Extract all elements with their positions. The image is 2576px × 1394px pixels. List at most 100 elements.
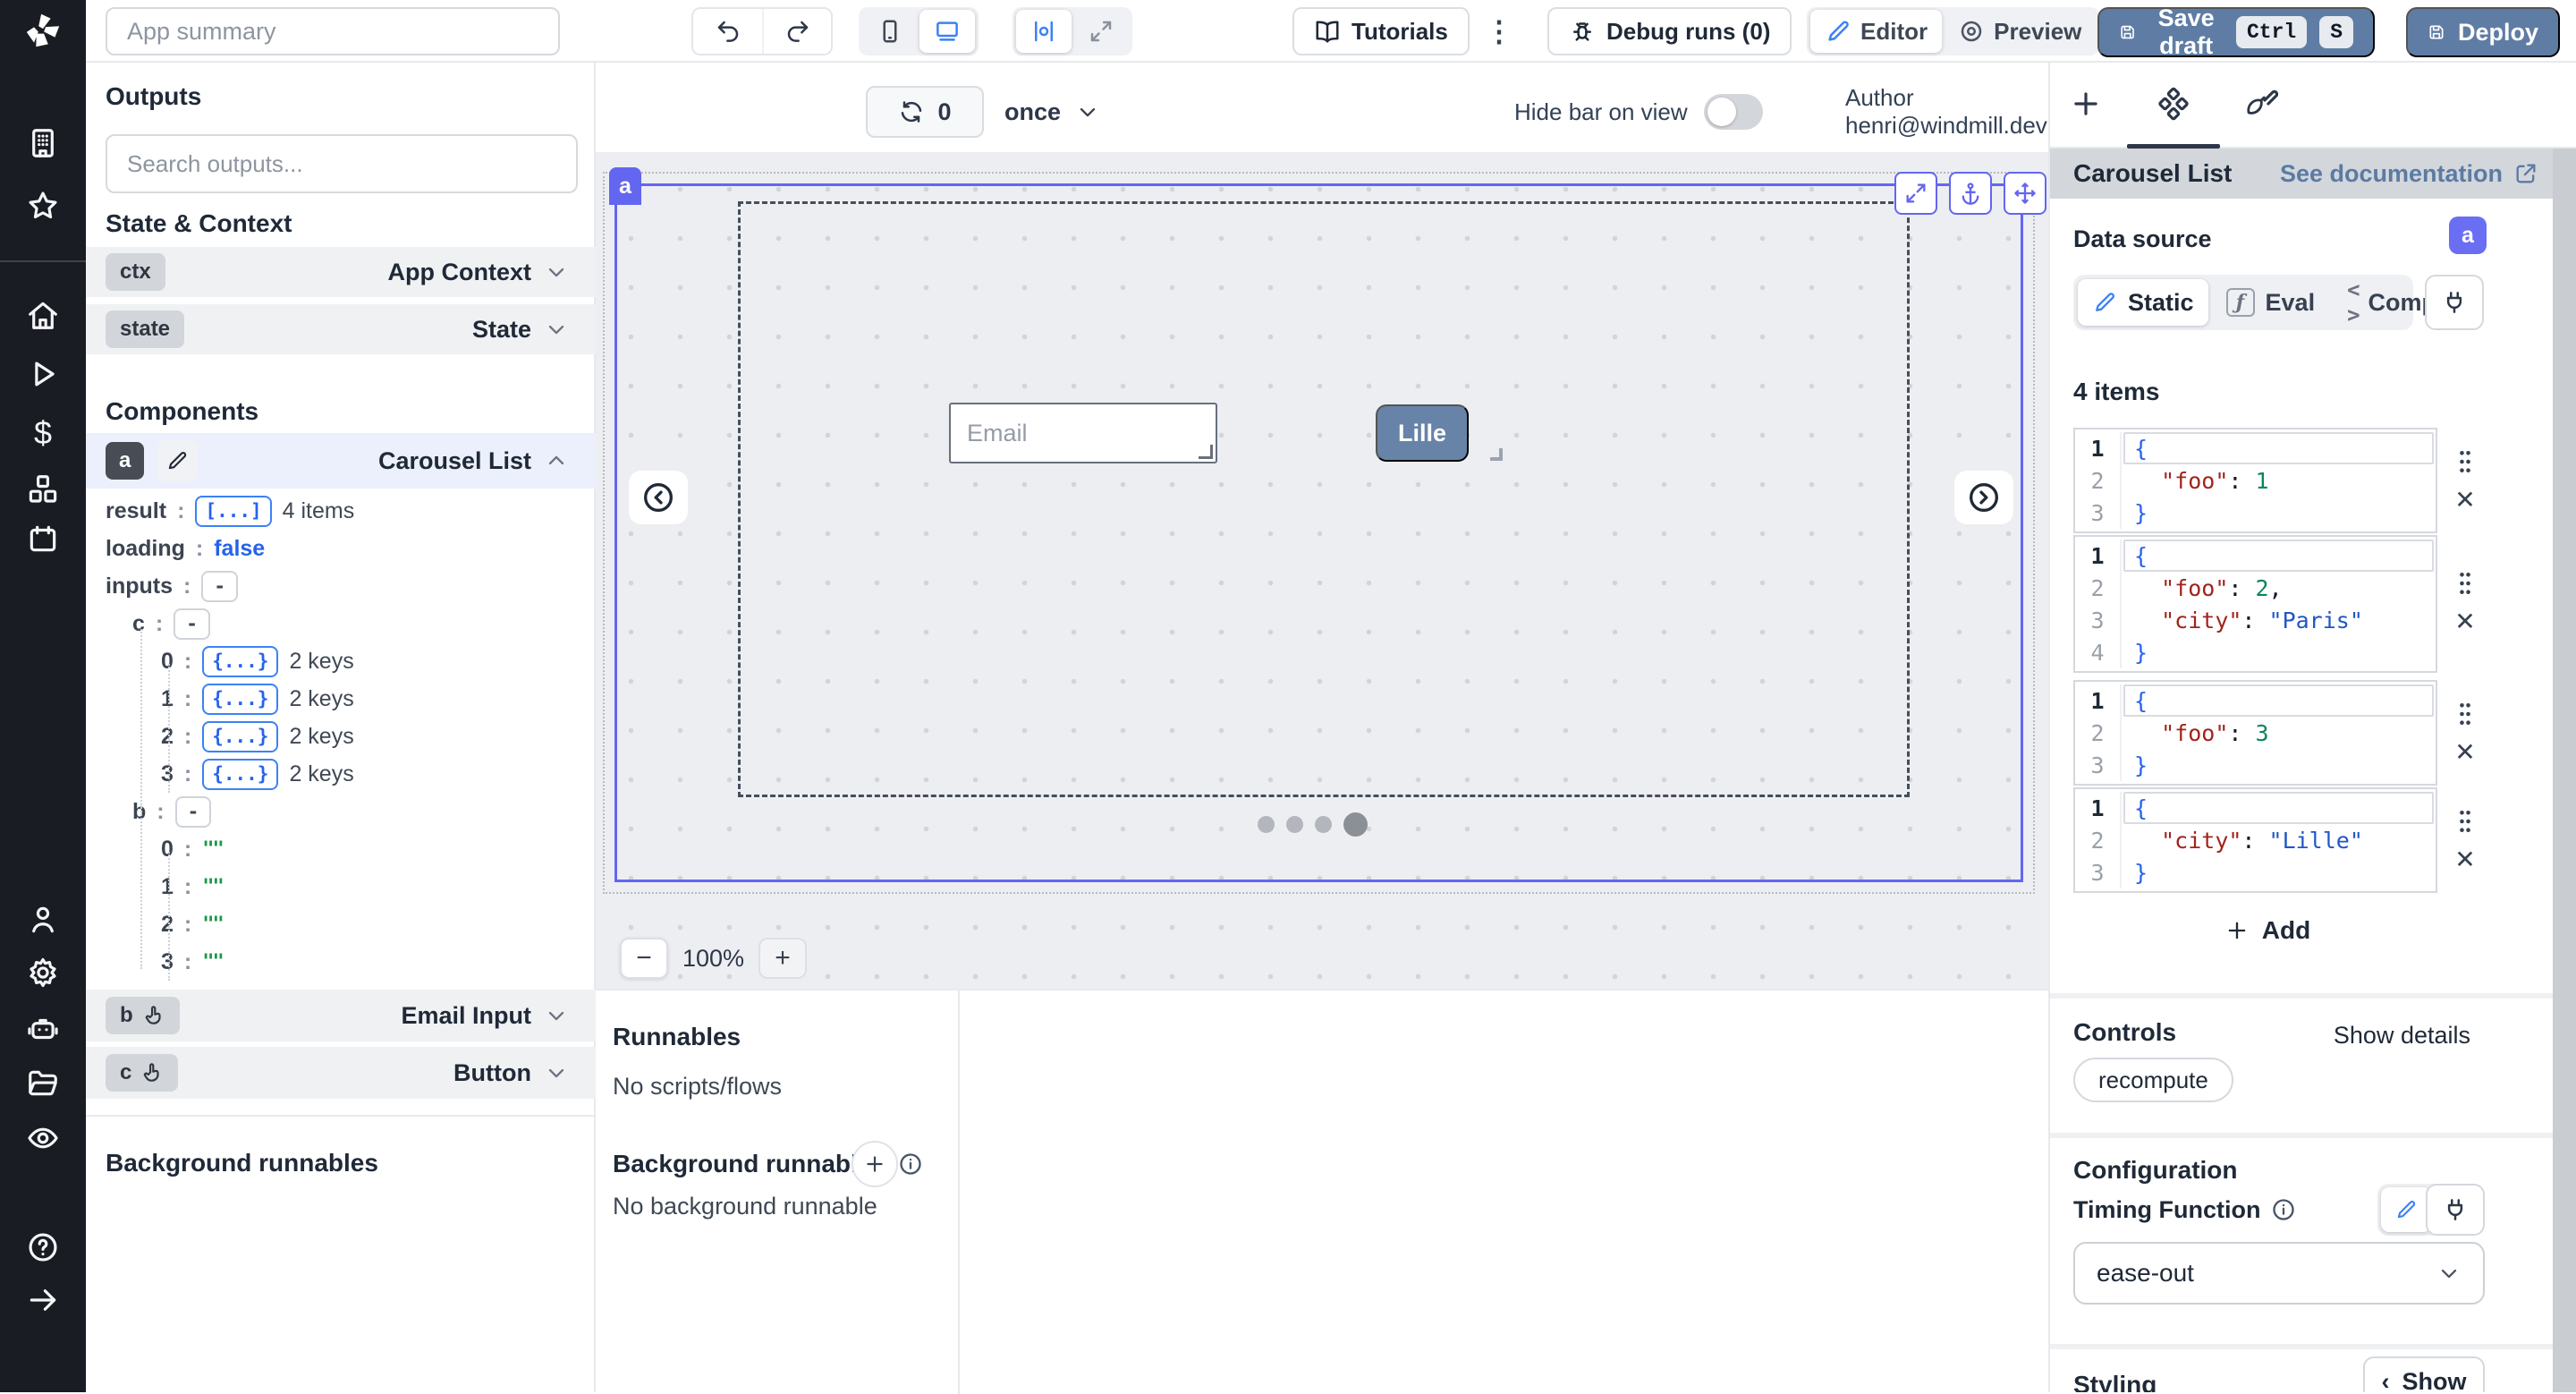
drag-handle-icon[interactable] [2453, 701, 2477, 727]
code-line[interactable]: { [2075, 432, 2436, 464]
settings-icon[interactable] [26, 956, 60, 990]
run-mode-dropdown[interactable]: once [1004, 86, 1100, 138]
code-line[interactable]: "foo": 3 [2075, 717, 2436, 749]
component-b-row[interactable]: b Email Input [86, 990, 596, 1041]
zoom-out-button[interactable]: − [620, 938, 668, 979]
audit-eye-icon[interactable] [26, 1121, 60, 1155]
code-line[interactable]: } [2075, 749, 2436, 781]
undo-button[interactable] [693, 7, 762, 55]
code-line[interactable]: "foo": 1 [2075, 464, 2436, 497]
tree-row-b2[interactable]: 2: "" [106, 905, 589, 943]
users-icon[interactable] [26, 903, 60, 937]
variables-icon[interactable]: $ [26, 416, 60, 450]
app-canvas[interactable]: a Lille [596, 152, 2048, 989]
resize-handle[interactable] [1490, 448, 1503, 461]
desktop-view-button[interactable] [919, 10, 975, 53]
carousel-dot[interactable] [1315, 816, 1332, 833]
code-line[interactable]: { [2075, 792, 2436, 824]
state-row[interactable]: state State [86, 304, 596, 354]
static-edit-button[interactable] [2381, 1187, 2431, 1232]
code-line[interactable]: "city": "Paris" [2075, 604, 2436, 636]
folders-icon[interactable] [26, 1067, 60, 1101]
favorites-icon[interactable] [26, 189, 60, 223]
more-menu-button[interactable]: ⋮ [1481, 11, 1517, 52]
object-toggle[interactable]: {...} [202, 684, 278, 715]
help-icon[interactable] [26, 1230, 60, 1264]
code-line[interactable]: { [2075, 684, 2436, 717]
item-editor-1[interactable]: { "foo": 1 } [2073, 428, 2437, 533]
add-item-button[interactable]: Add [2073, 911, 2462, 950]
add-background-runnable-button[interactable] [852, 1141, 898, 1187]
delete-item-button[interactable]: ✕ [2454, 847, 2475, 872]
workspace-icon[interactable] [26, 126, 60, 160]
show-details-link[interactable]: Show details [2334, 1022, 2470, 1050]
code-line[interactable]: "city": "Lille" [2075, 824, 2436, 856]
tree-row-c[interactable]: c: - [106, 605, 589, 642]
collapse-toggle[interactable]: - [175, 796, 212, 828]
tree-row-c2[interactable]: 2: {...} 2 keys [106, 718, 589, 755]
object-toggle[interactable]: {...} [202, 759, 278, 790]
item-editor-2[interactable]: { "foo": 2, "city": "Paris" } [2073, 535, 2437, 673]
tree-row-c1[interactable]: 1: {...} 2 keys [106, 680, 589, 718]
save-draft-button[interactable]: Save draft Ctrl S [2097, 7, 2375, 57]
drag-handle-icon[interactable] [2453, 448, 2477, 475]
info-icon[interactable] [2271, 1197, 2296, 1222]
chevron-down-icon[interactable] [544, 317, 569, 342]
styling-tab[interactable] [2241, 84, 2281, 123]
drag-handle-icon[interactable] [2453, 570, 2477, 597]
tree-row-inputs[interactable]: inputs: - [106, 567, 589, 605]
workers-icon[interactable] [26, 1012, 60, 1046]
timing-function-select[interactable]: ease-out [2073, 1242, 2485, 1305]
tree-row-result[interactable]: result: [...] 4 items [106, 492, 589, 530]
preview-tab[interactable]: Preview [1944, 10, 2096, 53]
info-icon[interactable] [898, 1152, 923, 1177]
chevron-down-icon[interactable] [544, 1060, 569, 1085]
mobile-view-button[interactable] [862, 10, 918, 53]
insert-component-tab[interactable] [2066, 84, 2106, 123]
component-settings-tab[interactable] [2154, 84, 2193, 123]
tree-row-c0[interactable]: 0: {...} 2 keys [106, 642, 589, 680]
selected-component-carousel[interactable]: a Lille [614, 183, 2023, 882]
tree-row-b3[interactable]: 3: "" [106, 943, 589, 981]
deploy-button[interactable]: Deploy [2406, 7, 2560, 57]
app-summary-input[interactable] [106, 7, 560, 55]
debug-runs-button[interactable]: Debug runs (0) [1547, 7, 1792, 55]
collapse-toggle[interactable]: - [201, 571, 238, 602]
array-toggle[interactable]: [...] [195, 496, 271, 527]
carousel-prev-button[interactable] [629, 471, 688, 524]
redo-button[interactable] [762, 7, 831, 55]
object-toggle[interactable]: {...} [202, 721, 278, 752]
carousel-dot[interactable] [1286, 816, 1303, 833]
resources-icon[interactable] [26, 472, 60, 506]
anchor-component-button[interactable] [1949, 172, 1992, 215]
carousel-next-button[interactable] [1954, 471, 2013, 524]
tree-row-loading[interactable]: loading: false [106, 530, 589, 567]
code-line[interactable]: } [2075, 497, 2436, 529]
code-line[interactable]: { [2075, 540, 2436, 572]
collapse-toggle[interactable]: - [174, 608, 210, 640]
carousel-inner-container[interactable]: Lille [738, 201, 1910, 797]
tree-row-b1[interactable]: 1: "" [106, 868, 589, 905]
expand-component-button[interactable] [1894, 172, 1937, 215]
component-a-row[interactable]: a Carousel List [86, 433, 596, 489]
chevron-down-icon[interactable] [544, 1003, 569, 1028]
ctx-row[interactable]: ctx App Context [86, 247, 596, 297]
home-icon[interactable] [26, 298, 60, 332]
show-styling-button[interactable]: ‹ Show [2363, 1356, 2485, 1392]
runs-icon[interactable] [26, 357, 60, 391]
editor-tab[interactable]: Editor [1810, 10, 1942, 53]
rename-component-button[interactable] [157, 440, 198, 481]
code-line[interactable]: "foo": 2, [2075, 572, 2436, 604]
expand-sidebar-icon[interactable] [26, 1283, 60, 1317]
move-component-button[interactable] [2004, 172, 2046, 215]
zoom-in-button[interactable]: + [758, 938, 807, 979]
tree-row-b[interactable]: b: - [106, 793, 589, 830]
schedules-icon[interactable] [26, 522, 60, 556]
scrollbar[interactable] [2553, 149, 2576, 1392]
fullwidth-button[interactable] [1073, 10, 1129, 53]
tree-row-b0[interactable]: 0: "" [106, 830, 589, 868]
object-toggle[interactable]: {...} [202, 646, 278, 677]
connect-button[interactable] [2426, 1184, 2485, 1236]
code-line[interactable]: } [2075, 636, 2436, 668]
tutorials-button[interactable]: Tutorials [1292, 7, 1470, 55]
